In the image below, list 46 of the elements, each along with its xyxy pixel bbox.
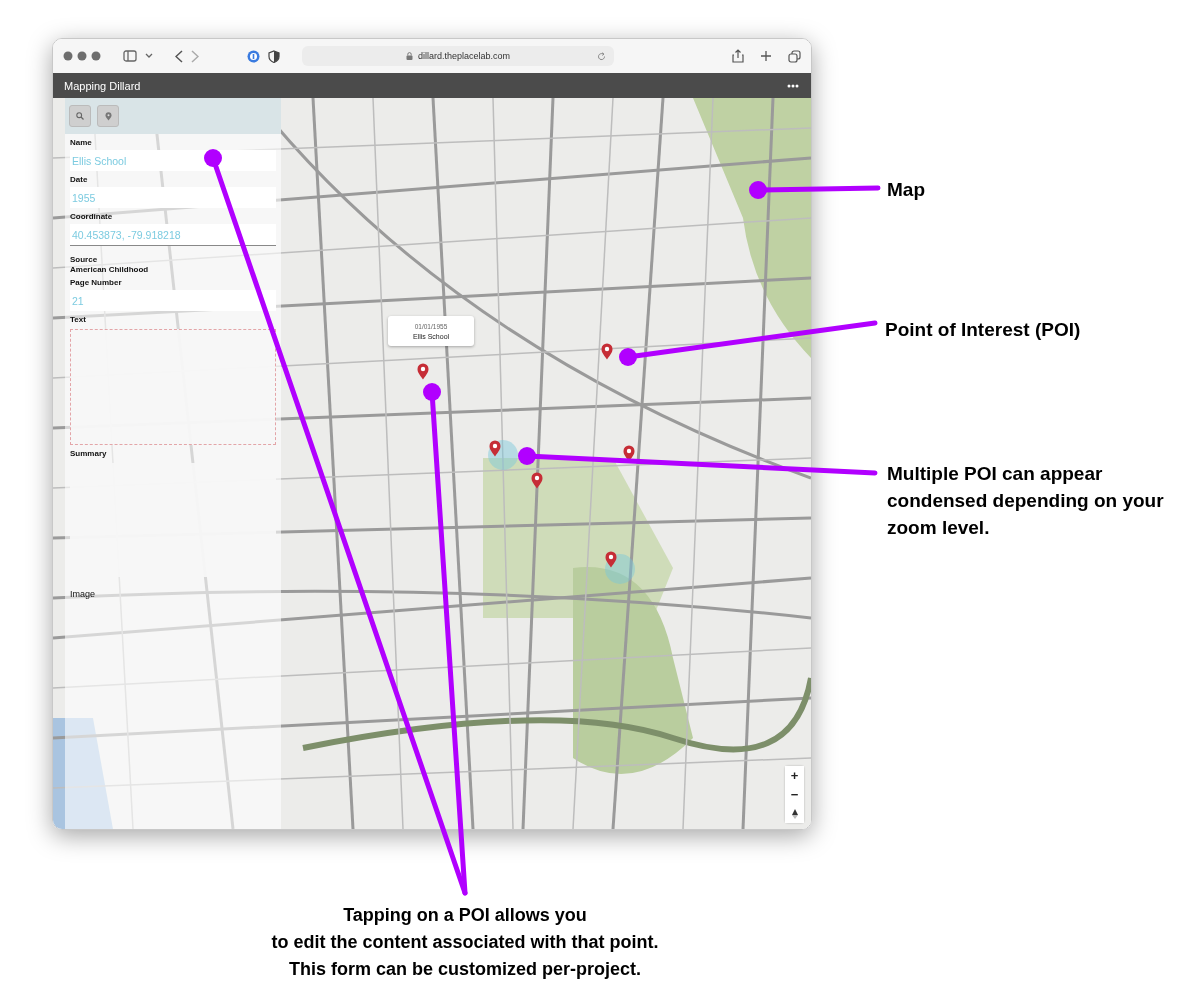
map-pin-icon[interactable] (601, 343, 613, 360)
compass-icon (791, 808, 798, 819)
zoom-in-button[interactable]: + (785, 766, 804, 785)
share-icon[interactable] (732, 49, 744, 63)
shield-icon[interactable] (268, 49, 280, 63)
map-pin-icon[interactable] (605, 551, 617, 568)
map-pin-icon[interactable] (531, 472, 543, 489)
tabs-overview-icon[interactable] (788, 49, 801, 63)
field-label: Summary (70, 449, 108, 459)
field-label: Page Number (70, 278, 123, 288)
compass-button[interactable] (785, 804, 804, 823)
new-tab-icon[interactable] (760, 50, 772, 62)
field-label: Text (70, 315, 87, 325)
field-label: Date (70, 175, 89, 185)
text-field[interactable]: Ellis School (70, 150, 276, 171)
map-pin-icon[interactable] (417, 363, 429, 380)
sidebar-icon[interactable] (123, 50, 137, 62)
more-icon[interactable] (787, 83, 799, 88)
address-bar[interactable]: dillard.theplacelab.com (302, 46, 614, 66)
callout-text: Tapping on a POI allows you to edit the content associated with that point. This form can be customized per-project. (270, 904, 660, 981)
back-icon[interactable] (175, 49, 183, 63)
text-field[interactable]: 40.453873, -79.918218 (70, 224, 276, 246)
lock-icon (405, 52, 413, 60)
text-field[interactable]: 21 (70, 290, 276, 311)
location-button[interactable] (97, 105, 119, 127)
url-text: dillard.theplacelab.com (417, 51, 511, 61)
window-controls-icon[interactable] (63, 51, 101, 61)
zoom-out-button[interactable]: − (785, 785, 804, 804)
app-title: Mapping Dillard (64, 79, 141, 92)
map-pin-icon[interactable] (623, 445, 635, 462)
field-label: Image (70, 589, 96, 599)
search-button[interactable] (69, 105, 91, 127)
text-field[interactable]: 1955 (70, 187, 276, 208)
reload-icon[interactable] (597, 52, 606, 61)
callout-text: Map (887, 178, 926, 202)
field-label: Coordinate (70, 212, 114, 222)
map-pin-icon[interactable] (489, 440, 501, 457)
password-key-icon[interactable] (247, 49, 260, 63)
callout-text: Multiple POI can appear condensed depending on your zoom level. (887, 462, 1165, 540)
callout-text: Point of Interest (POI) (885, 318, 1082, 342)
chevron-down-icon[interactable] (145, 53, 153, 59)
field-value: American Childhood (70, 265, 150, 274)
map-pin-icon (104, 111, 112, 121)
field-label: Source (70, 255, 99, 265)
field-label: Name (70, 138, 93, 148)
search-icon (76, 112, 84, 120)
